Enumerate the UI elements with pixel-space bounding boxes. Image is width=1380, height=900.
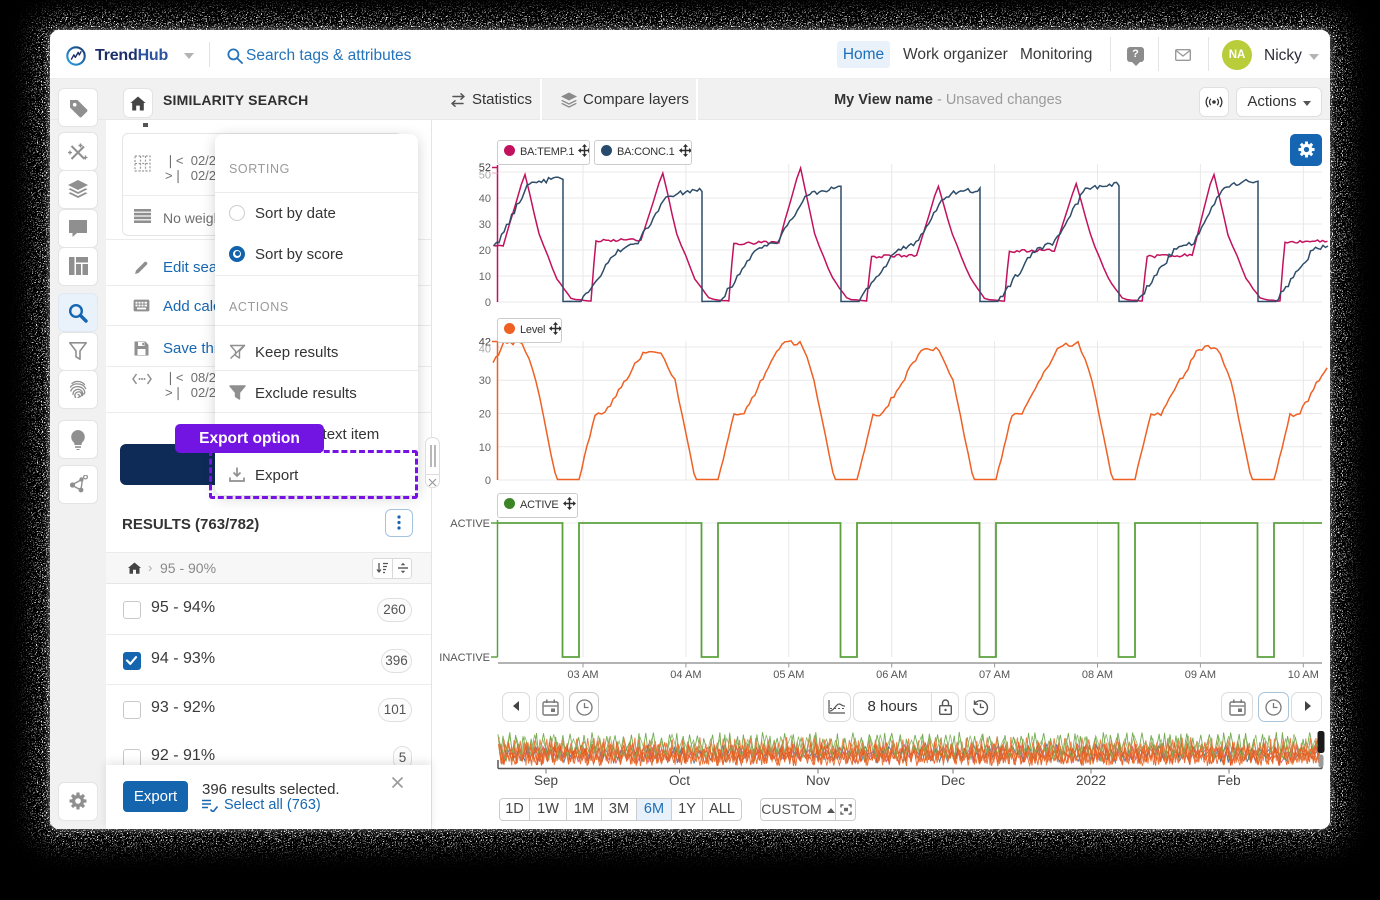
svg-text:0: 0 [485, 297, 491, 309]
svg-text:06 AM: 06 AM [876, 669, 907, 681]
svg-text:04 AM: 04 AM [670, 669, 701, 681]
svg-text:07 AM: 07 AM [979, 669, 1010, 681]
svg-text:INACTIVE: INACTIVE [439, 652, 490, 664]
svg-text:09 AM: 09 AM [1185, 669, 1216, 681]
svg-text:20: 20 [479, 245, 491, 257]
svg-text:10: 10 [479, 442, 491, 454]
svg-text:40: 40 [479, 193, 491, 205]
svg-text:Feb: Feb [1217, 773, 1240, 788]
svg-text:10: 10 [479, 271, 491, 283]
svg-text:Dec: Dec [941, 773, 965, 788]
svg-text:40: 40 [479, 344, 491, 356]
svg-text:20: 20 [479, 409, 491, 421]
svg-text:Sep: Sep [534, 773, 558, 788]
svg-text:05 AM: 05 AM [773, 669, 804, 681]
svg-text:03 AM: 03 AM [567, 669, 598, 681]
svg-text:50: 50 [479, 170, 491, 182]
svg-text:Nov: Nov [806, 773, 830, 788]
svg-text:08 AM: 08 AM [1082, 669, 1113, 681]
svg-text:0: 0 [485, 475, 491, 487]
svg-text:Oct: Oct [669, 773, 690, 788]
svg-text:30: 30 [479, 219, 491, 231]
svg-text:2022: 2022 [1076, 773, 1106, 788]
svg-text:30: 30 [479, 375, 491, 387]
svg-text:ACTIVE: ACTIVE [450, 518, 490, 530]
svg-text:10 AM: 10 AM [1288, 669, 1319, 681]
